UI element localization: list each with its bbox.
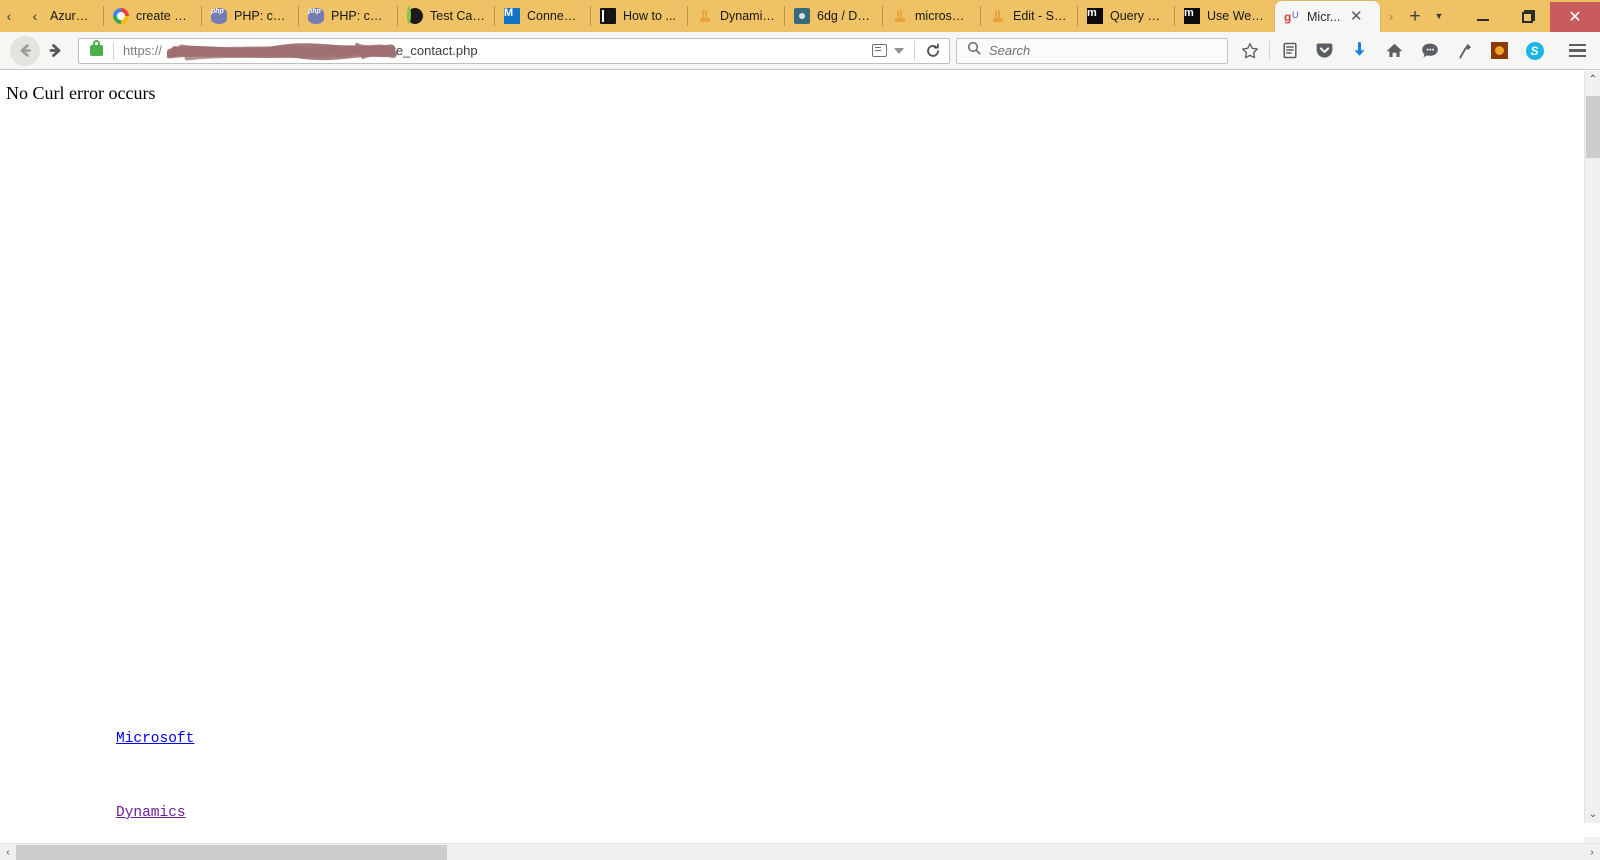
url-text: https:// create_contact.php xyxy=(123,43,478,58)
url-bar[interactable]: https:// create_contact.php xyxy=(78,37,950,64)
tab-label: create ob... xyxy=(136,9,192,23)
tab-6dg-dynamics[interactable]: 6dg / Dy... xyxy=(785,0,883,32)
tab-label: Micr... xyxy=(1307,9,1341,24)
vertical-scrollbar-thumb[interactable] xyxy=(1586,96,1600,158)
page-content: No Curl error occurs Microsoft Dynamics xyxy=(0,71,1556,823)
tab-strip: ‹ ‹ Azure ext... create ob... php PHP: c… xyxy=(0,0,1600,32)
tab-query-da[interactable]: m Query Da... xyxy=(1078,0,1175,32)
tab-scroll-right-button[interactable]: › xyxy=(1380,0,1402,32)
tab-label: Test Card... xyxy=(430,9,485,23)
testcard-icon xyxy=(407,8,423,24)
tab-edit-sta[interactable]: Edit - Sta... xyxy=(981,0,1078,32)
pin-tool-icon[interactable] xyxy=(1447,36,1482,66)
link-dynamics[interactable]: Dynamics xyxy=(116,805,186,821)
scroll-right-icon[interactable]: › xyxy=(1584,844,1600,860)
scroll-up-icon[interactable]: ⌃ xyxy=(1585,71,1600,88)
reader-view-icon[interactable] xyxy=(872,44,887,57)
window-controls: ✕ xyxy=(1460,2,1600,32)
home-icon[interactable] xyxy=(1377,36,1412,66)
pocket-icon[interactable] xyxy=(1307,36,1342,66)
scroll-left-icon[interactable]: ‹ xyxy=(0,844,16,860)
menu-hamburger-icon[interactable] xyxy=(1560,36,1594,66)
toolbar-divider xyxy=(1269,40,1270,61)
extension-orange-icon[interactable] xyxy=(1482,36,1517,66)
url-tail: create_contact.php xyxy=(367,43,478,58)
tab-scroll-left-button[interactable]: ‹ xyxy=(0,0,18,32)
back-button[interactable] xyxy=(10,35,40,66)
link-microsoft[interactable]: Microsoft xyxy=(116,731,194,747)
php-icon: php xyxy=(308,8,324,24)
tab-label: Azure ext... xyxy=(50,9,94,23)
minimize-button[interactable] xyxy=(1460,2,1505,32)
scroll-down-icon[interactable]: ⌄ xyxy=(1585,806,1600,823)
search-icon xyxy=(967,41,981,60)
tabs-container: ‹ Azure ext... create ob... php PHP: cur… xyxy=(18,0,1380,32)
toolbar-icon-group: S xyxy=(1232,36,1594,66)
toolbar-divider xyxy=(914,40,915,61)
chevron-down-icon[interactable] xyxy=(894,47,904,54)
tab-label: How to ... xyxy=(623,9,676,23)
tab-label: microsoft... xyxy=(915,9,971,23)
tab-label: Use Web ... xyxy=(1207,9,1265,23)
gu-icon: gU xyxy=(1284,9,1299,24)
horizontal-scrollbar-thumb[interactable] xyxy=(16,845,447,860)
git-icon xyxy=(794,8,810,24)
bookmark-star-icon[interactable] xyxy=(1232,36,1267,66)
download-icon[interactable] xyxy=(1342,36,1377,66)
tab-label: Dynamic... xyxy=(720,9,775,23)
book-icon xyxy=(600,8,616,24)
url-scheme: https:// xyxy=(123,43,163,58)
page-message: No Curl error occurs xyxy=(6,83,156,103)
tab-dynamic[interactable]: Dynamic... xyxy=(688,0,785,32)
m-black-icon: m xyxy=(1184,8,1200,24)
tab-create-ob[interactable]: create ob... xyxy=(104,0,202,32)
tab-close-icon[interactable]: ✕ xyxy=(1346,7,1366,27)
close-button[interactable]: ✕ xyxy=(1550,2,1600,32)
tab-label: PHP: curl... xyxy=(234,9,289,23)
chat-icon[interactable] xyxy=(1412,36,1447,66)
search-bar[interactable]: Search xyxy=(956,37,1228,64)
url-bar-actions xyxy=(872,39,949,63)
skype-icon[interactable]: S xyxy=(1517,36,1552,66)
tab-micr-active[interactable]: gU Micr... ✕ xyxy=(1275,1,1380,32)
tab-label: Connect ... xyxy=(527,9,581,23)
tab-how-to[interactable]: How to ... xyxy=(591,0,688,32)
search-placeholder: Search xyxy=(989,43,1031,58)
tab-label: Query Da... xyxy=(1110,9,1165,23)
reload-button[interactable] xyxy=(919,39,947,63)
tab-php-curl-2[interactable]: php PHP: curl... xyxy=(299,0,398,32)
java-icon xyxy=(892,8,908,24)
tab-label: Edit - Sta... xyxy=(1013,9,1068,23)
m-black-icon: m xyxy=(1087,8,1103,24)
php-icon: php xyxy=(211,8,227,24)
horizontal-scrollbar[interactable]: ‹ › xyxy=(0,843,1600,860)
msdn-m-icon: M xyxy=(504,8,520,24)
browser-window: ‹ ‹ Azure ext... create ob... php PHP: c… xyxy=(0,0,1600,860)
google-icon xyxy=(113,8,129,24)
tab-php-curl-1[interactable]: php PHP: curl... xyxy=(202,0,299,32)
vertical-scrollbar[interactable]: ⌃ ⌄ xyxy=(1584,71,1600,823)
tab-test-card[interactable]: Test Card... xyxy=(398,0,495,32)
java-icon xyxy=(990,8,1006,24)
tab-label: PHP: curl... xyxy=(331,9,388,23)
tab-label: 6dg / Dy... xyxy=(817,9,873,23)
reading-list-icon[interactable] xyxy=(1272,36,1307,66)
tab-connect[interactable]: M Connect ... xyxy=(495,0,591,32)
java-icon xyxy=(697,8,713,24)
tab-microsoft[interactable]: microsoft... xyxy=(883,0,981,32)
restore-button[interactable] xyxy=(1505,2,1550,32)
tab-use-web[interactable]: m Use Web ... xyxy=(1175,0,1275,32)
chevron-icon: ‹ xyxy=(32,8,38,24)
lock-icon xyxy=(90,40,103,56)
navigation-toolbar: https:// create_contact.php Search S xyxy=(0,32,1600,70)
forward-button[interactable] xyxy=(42,36,68,66)
new-tab-button[interactable]: + xyxy=(1402,0,1428,32)
list-all-tabs-button[interactable]: ▼ xyxy=(1428,0,1450,32)
url-separator xyxy=(113,41,114,60)
tab-azure-ext[interactable]: ‹ Azure ext... xyxy=(18,0,104,32)
